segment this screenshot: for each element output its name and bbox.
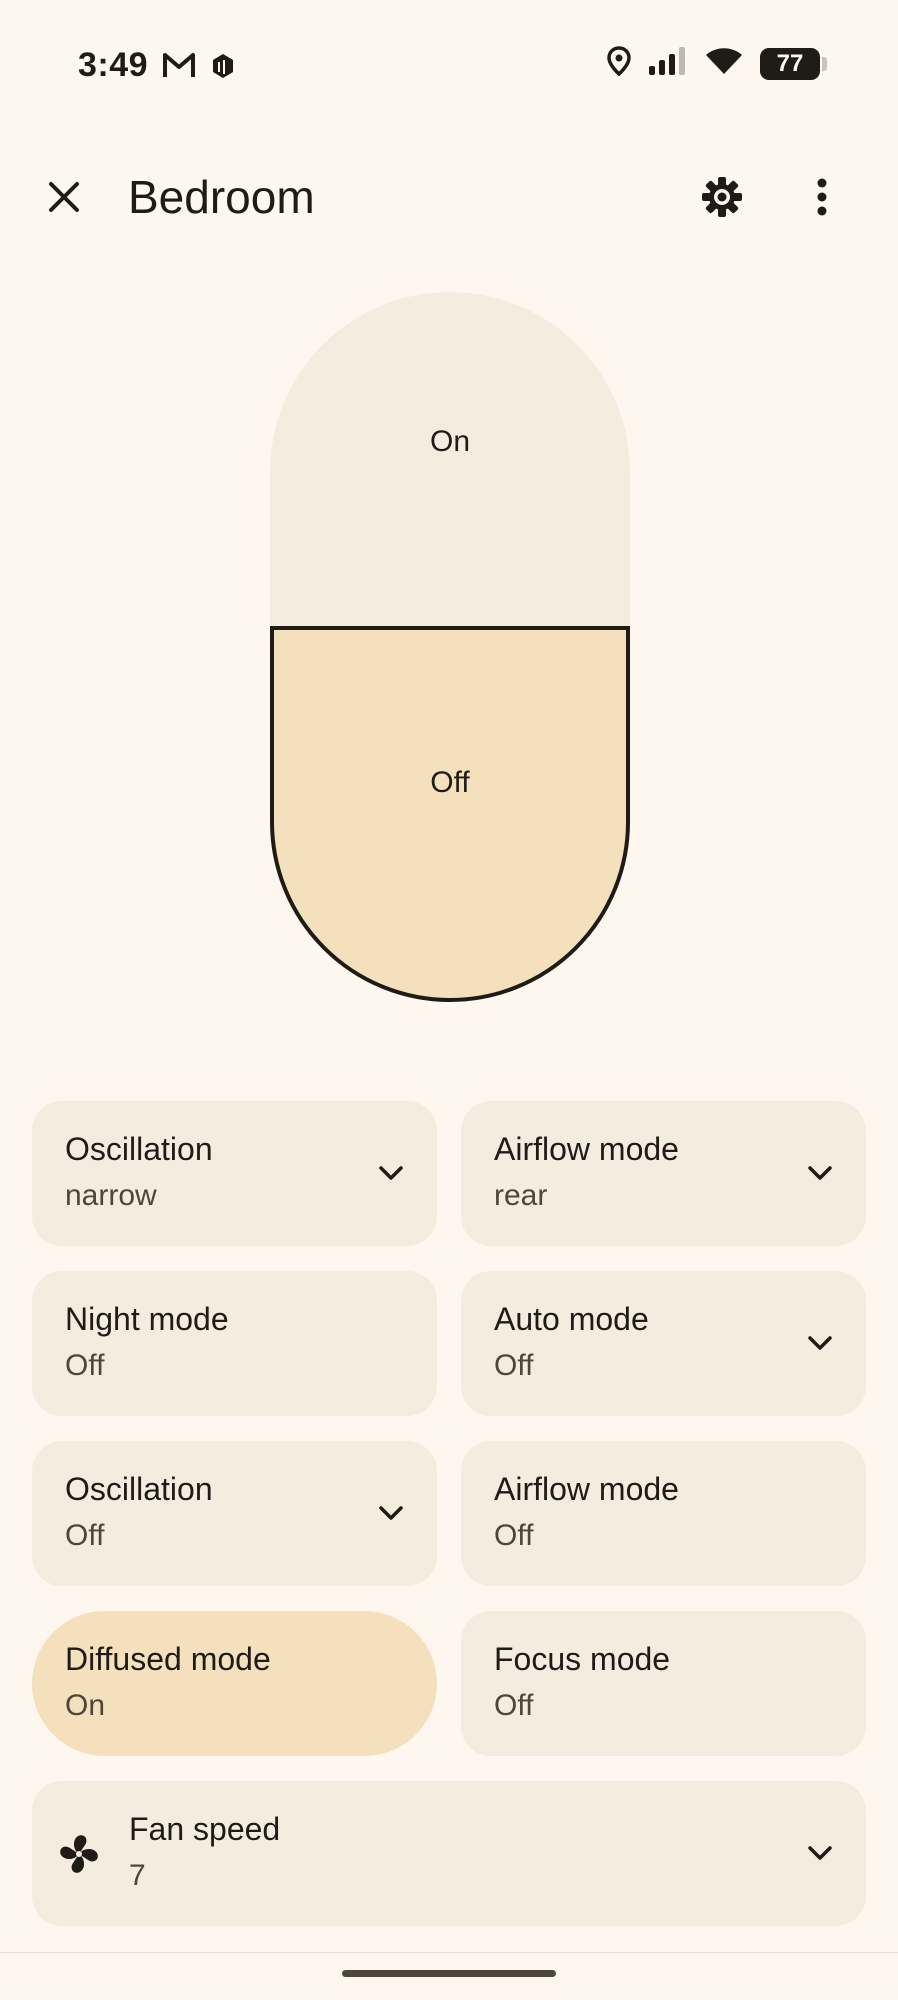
settings-button[interactable]: [690, 164, 754, 230]
tile-value: 7: [129, 1859, 146, 1892]
tile-oscillation-2[interactable]: Oscillation Off: [32, 1441, 437, 1586]
tile-title: Airflow mode: [494, 1471, 679, 1507]
tile-night-mode[interactable]: Night mode Off: [32, 1271, 437, 1416]
power-on-label: On: [429, 425, 471, 458]
tile-airflow-mode-2[interactable]: Airflow mode Off: [461, 1441, 866, 1586]
status-notification-icons: [162, 50, 236, 85]
tile-airflow-mode[interactable]: Airflow mode rear: [461, 1101, 866, 1246]
tile-diffused-mode[interactable]: Diffused mode On: [32, 1611, 437, 1756]
status-right-icons: 77: [606, 46, 827, 81]
page-title: Bedroom: [128, 171, 315, 223]
power-toggle: On Off: [270, 292, 630, 1002]
tile-title: Oscillation: [65, 1471, 213, 1507]
tile-value: narrow: [65, 1179, 157, 1212]
chevron-down-icon: [808, 1166, 832, 1180]
close-icon: [49, 182, 79, 212]
tile-value: Off: [494, 1519, 534, 1552]
tile-title: Focus mode: [494, 1641, 671, 1677]
home-gesture-handle[interactable]: [342, 1970, 556, 1977]
chevron-down-icon: [379, 1166, 403, 1180]
tile-fan-speed[interactable]: Fan speed 7: [32, 1781, 866, 1926]
tile-value: Off: [65, 1349, 105, 1382]
signal-icon: [648, 46, 688, 81]
gear-icon: [702, 177, 742, 217]
gmail-icon: [162, 50, 196, 85]
status-bar: 3:49 77: [0, 0, 898, 130]
app-notification-icon: [210, 50, 236, 85]
tile-title: Fan speed: [129, 1811, 281, 1847]
more-options-button[interactable]: [800, 164, 844, 230]
fan-icon: [60, 1835, 98, 1873]
power-off-label: Off: [430, 766, 470, 799]
power-off-option[interactable]: Off: [270, 626, 630, 1002]
tile-auto-mode[interactable]: Auto mode Off: [461, 1271, 866, 1416]
nav-divider: [0, 1952, 898, 1953]
status-time: 3:49: [78, 46, 149, 84]
tile-value: Off: [494, 1689, 534, 1722]
tile-title: Airflow mode: [494, 1131, 679, 1167]
top-app-bar: Bedroom: [0, 150, 898, 244]
chevron-down-icon: [808, 1846, 832, 1860]
chevron-down-icon: [808, 1336, 832, 1350]
tile-title: Oscillation: [65, 1131, 213, 1167]
tile-title: Diffused mode: [65, 1641, 271, 1677]
battery-level: 77: [776, 49, 804, 77]
more-vert-icon: [817, 178, 827, 216]
close-button[interactable]: [34, 164, 94, 230]
tile-focus-mode[interactable]: Focus mode Off: [461, 1611, 866, 1756]
tile-value: Off: [494, 1349, 534, 1382]
tile-title: Auto mode: [494, 1301, 649, 1337]
wifi-icon: [704, 46, 744, 81]
battery-icon: 77: [760, 47, 827, 80]
location-icon: [606, 46, 632, 81]
tile-value: rear: [494, 1179, 548, 1212]
tile-title: Night mode: [65, 1301, 229, 1337]
tile-value: On: [65, 1689, 106, 1722]
tile-oscillation[interactable]: Oscillation narrow: [32, 1101, 437, 1246]
power-on-option[interactable]: On: [270, 292, 630, 626]
chevron-down-icon: [379, 1506, 403, 1520]
tile-value: Off: [65, 1519, 105, 1552]
